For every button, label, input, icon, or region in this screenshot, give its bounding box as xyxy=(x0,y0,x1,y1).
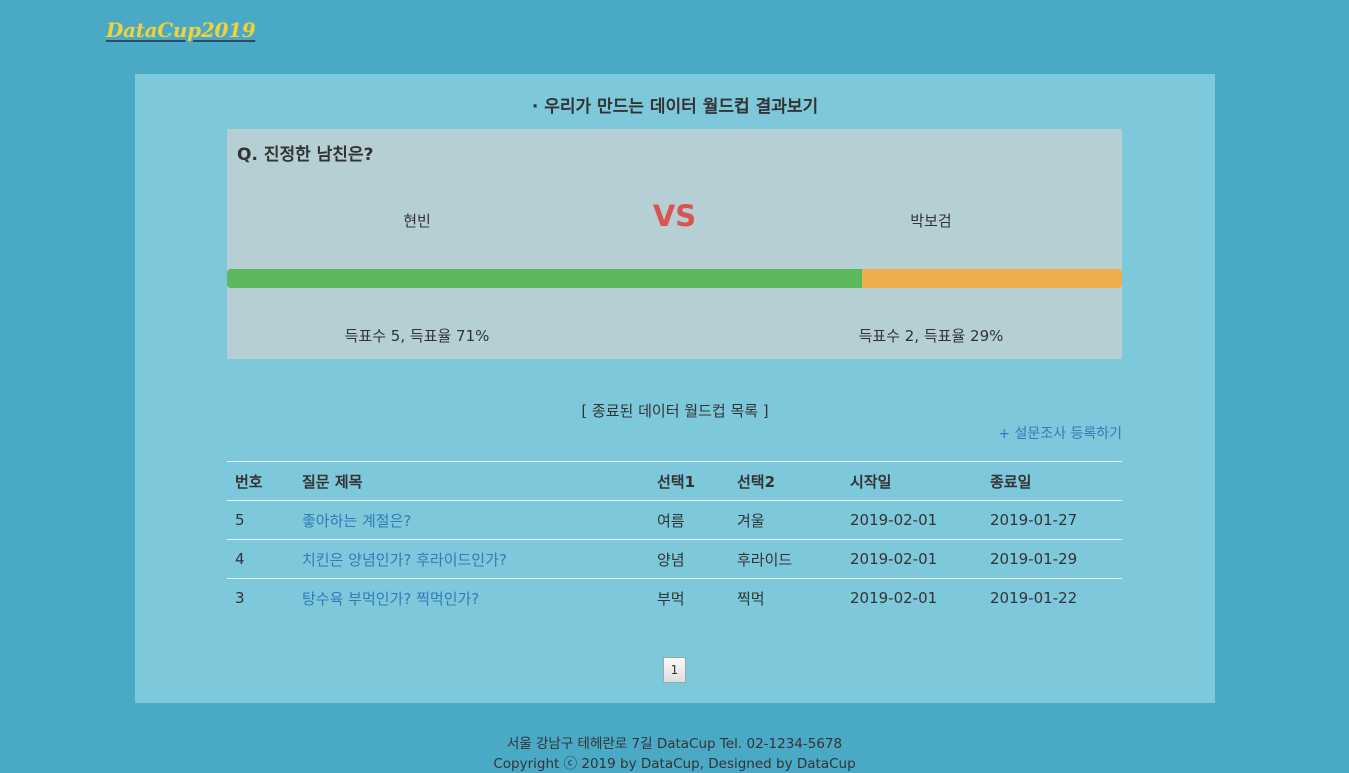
header-end-date: 종료일 xyxy=(982,461,1122,501)
question-link[interactable]: 치킨은 양념인가? 후라이드인가? xyxy=(302,551,507,569)
footer-copyright: Copyright ⓒ 2019 by DataCup, Designed by… xyxy=(493,756,856,772)
worldcup-table: 번호 질문 제목 선택1 선택2 시작일 종료일 5 좋아하는 계절은? 여름 … xyxy=(227,461,1122,618)
row-end-date: 2019-01-27 xyxy=(982,500,1122,540)
page-button-1[interactable]: 1 xyxy=(663,657,686,683)
header-number: 번호 xyxy=(227,461,294,501)
table-row: 4 치킨은 양념인가? 후라이드인가? 양념 후라이드 2019-02-01 2… xyxy=(227,539,1122,579)
option-b-name: 박보검 xyxy=(910,212,952,230)
option-b-progress xyxy=(862,269,1122,288)
header-title: 질문 제목 xyxy=(294,461,649,501)
row-choice1: 여름 xyxy=(649,500,729,540)
row-choice2: 찍먹 xyxy=(729,578,842,618)
row-choice1: 양념 xyxy=(649,539,729,579)
row-number: 5 xyxy=(227,500,294,540)
page-title: · 우리가 만드는 데이터 월드컵 결과보기 xyxy=(531,97,819,117)
row-choice1: 부먹 xyxy=(649,578,729,618)
vs-label: VS xyxy=(652,199,697,233)
row-number: 3 xyxy=(227,578,294,618)
site-logo[interactable]: DataCup2019 xyxy=(106,18,256,42)
main-panel: · 우리가 만드는 데이터 월드컵 결과보기 Q. 진정한 남친은? 현빈 VS… xyxy=(135,74,1215,703)
footer-address: 서울 강남구 테헤란로 7길 DataCup Tel. 02-1234-5678 xyxy=(506,736,843,752)
row-end-date: 2019-01-29 xyxy=(982,539,1122,579)
vote-progress-bar xyxy=(227,269,1122,288)
row-choice2: 겨울 xyxy=(729,500,842,540)
list-title: [ 종료된 데이터 월드컵 목록 ] xyxy=(581,402,769,420)
table-row: 5 좋아하는 계절은? 여름 겨울 2019-02-01 2019-01-27 xyxy=(227,500,1122,540)
question-link[interactable]: 탕수육 부먹인가? 찍먹인가? xyxy=(302,590,479,608)
question-title: Q. 진정한 남친은? xyxy=(237,145,374,165)
row-start-date: 2019-02-01 xyxy=(842,539,982,579)
option-a-stat: 득표수 5, 득표율 71% xyxy=(344,327,490,345)
table-row: 3 탕수육 부먹인가? 찍먹인가? 부먹 찍먹 2019-02-01 2019-… xyxy=(227,578,1122,618)
row-number: 4 xyxy=(227,539,294,579)
table-header-row: 번호 질문 제목 선택1 선택2 시작일 종료일 xyxy=(227,461,1122,501)
option-b-stat: 득표수 2, 득표율 29% xyxy=(858,327,1004,345)
result-box: Q. 진정한 남친은? 현빈 VS 박보검 득표수 5, 득표율 71% 득표수… xyxy=(227,129,1122,359)
option-a-progress xyxy=(227,269,863,288)
header-choice1: 선택1 xyxy=(649,461,729,501)
header-choice2: 선택2 xyxy=(729,461,842,501)
option-a-name: 현빈 xyxy=(403,212,431,230)
register-survey-link[interactable]: + 설문조사 등록하기 xyxy=(998,423,1122,443)
row-end-date: 2019-01-22 xyxy=(982,578,1122,618)
row-start-date: 2019-02-01 xyxy=(842,500,982,540)
row-choice2: 후라이드 xyxy=(729,539,842,579)
header-start-date: 시작일 xyxy=(842,461,982,501)
question-link[interactable]: 좋아하는 계절은? xyxy=(302,512,411,530)
row-start-date: 2019-02-01 xyxy=(842,578,982,618)
footer: 서울 강남구 테헤란로 7길 DataCup Tel. 02-1234-5678… xyxy=(0,734,1349,773)
